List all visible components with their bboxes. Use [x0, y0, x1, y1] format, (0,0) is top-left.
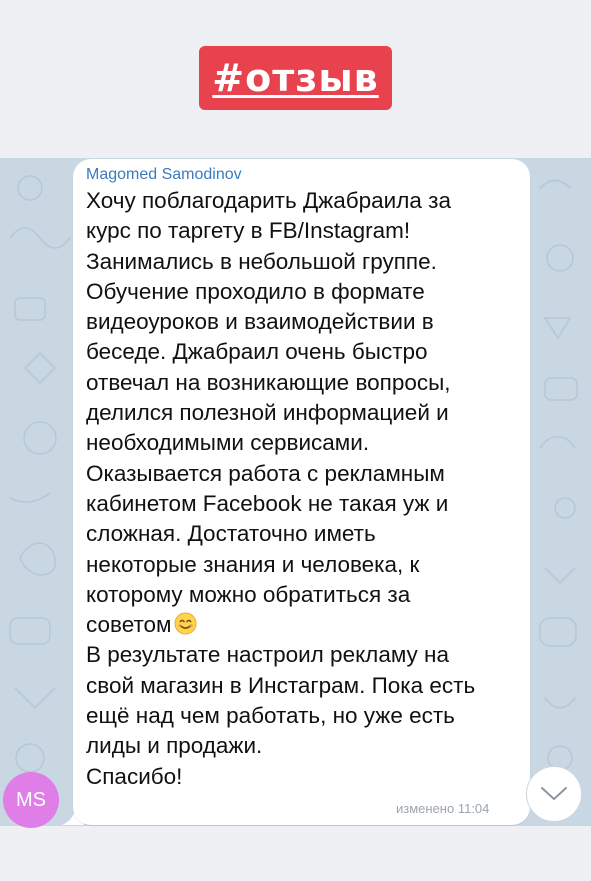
message-line: ещё над чем работать, но уже есть: [86, 703, 455, 729]
message-line: свой магазин в Инстаграм. Пока есть: [86, 672, 476, 698]
message-line: Спасибо!: [86, 763, 183, 789]
chevron-down-icon: [541, 787, 567, 800]
message-line: лиды и продажи.: [86, 733, 263, 759]
bottom-area: [0, 826, 591, 881]
message-line: которому можно обратиться за: [86, 581, 411, 607]
edited-timestamp: изменено 11:04: [396, 801, 490, 816]
message-line: Оказывается работа с рекламным: [86, 460, 445, 486]
message-line: видеоуроков и взаимодействии в: [86, 309, 434, 335]
message-line-with-emoji: советом: [86, 610, 526, 640]
avatar-initials: MS: [16, 788, 46, 811]
message-line: сложная. Достаточно иметь: [86, 521, 376, 547]
smiling-face-emoji-icon: [174, 612, 197, 635]
hashtag-badge[interactable]: #отзыв: [199, 46, 392, 110]
message-line: беседе. Джабраил очень быстро: [86, 339, 428, 365]
message-line: необходимыми сервисами.: [86, 430, 370, 456]
scroll-down-button[interactable]: [526, 766, 582, 822]
message-line: советом: [86, 612, 172, 638]
message-line: Занимались в небольшой группе.: [86, 248, 437, 274]
message-text: Хочу поблагодарить Джабраила за курс по …: [86, 186, 526, 792]
message-line: некоторые знания и человека, к: [86, 551, 420, 577]
message-line: Обучение проходило в формате: [86, 278, 425, 304]
message-line: Хочу поблагодарить Джабраила за: [86, 188, 451, 213]
hashtag-text[interactable]: #отзыв: [212, 56, 378, 100]
top-area: #отзыв: [0, 0, 591, 158]
message-line: отвечал на возникающие вопросы,: [86, 369, 451, 395]
message-line: В результате настроил рекламу на: [86, 642, 449, 668]
avatar[interactable]: MS: [3, 772, 59, 828]
message-line: кабинетом Facebook не такая уж и: [86, 490, 449, 516]
message-line: делился полезной информацией и: [86, 400, 449, 426]
message-line: курс по таргету в FB/Instagram!: [86, 218, 411, 244]
sender-name[interactable]: Magomed Samodinov: [86, 166, 242, 184]
